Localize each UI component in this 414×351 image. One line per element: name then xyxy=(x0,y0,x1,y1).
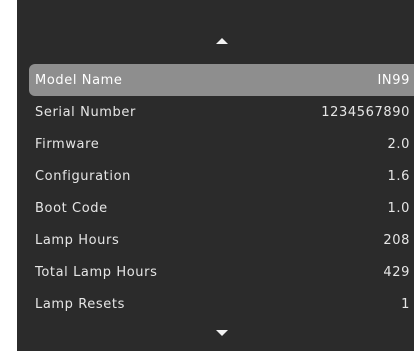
menu-row-lamp-resets[interactable]: Lamp Resets 1 xyxy=(29,288,414,320)
menu-row-label: Total Lamp Hours xyxy=(35,264,158,280)
menu-row-total-lamp-hours[interactable]: Total Lamp Hours 429 xyxy=(29,256,414,288)
info-menu-panel: Model Name IN99 Serial Number 1234567890… xyxy=(17,0,414,351)
menu-row-model-name[interactable]: Model Name IN99 xyxy=(29,64,414,96)
menu-row-value: IN99 xyxy=(377,72,410,88)
menu-row-value: 1234567890 xyxy=(321,104,410,120)
menu-row-label: Model Name xyxy=(35,72,123,88)
menu-row-label: Lamp Resets xyxy=(35,296,125,312)
menu-row-value: 1 xyxy=(401,296,410,312)
menu-row-boot-code[interactable]: Boot Code 1.0 xyxy=(29,192,414,224)
menu-row-label: Firmware xyxy=(35,136,100,152)
menu-row-lamp-hours[interactable]: Lamp Hours 208 xyxy=(29,224,414,256)
scroll-down-icon[interactable] xyxy=(216,330,228,336)
menu-row-label: Lamp Hours xyxy=(35,232,120,248)
menu-row-value: 429 xyxy=(383,264,410,280)
menu-row-value: 208 xyxy=(383,232,410,248)
menu-row-label: Configuration xyxy=(35,168,131,184)
info-list: Model Name IN99 Serial Number 1234567890… xyxy=(29,64,414,320)
menu-row-configuration[interactable]: Configuration 1.6 xyxy=(29,160,414,192)
menu-row-value: 2.0 xyxy=(387,136,410,152)
menu-row-value: 1.6 xyxy=(387,168,410,184)
menu-row-serial-number[interactable]: Serial Number 1234567890 xyxy=(29,96,414,128)
scroll-up-icon[interactable] xyxy=(216,38,228,44)
menu-row-label: Serial Number xyxy=(35,104,136,120)
menu-row-value: 1.0 xyxy=(387,200,410,216)
menu-row-firmware[interactable]: Firmware 2.0 xyxy=(29,128,414,160)
menu-row-label: Boot Code xyxy=(35,200,108,216)
